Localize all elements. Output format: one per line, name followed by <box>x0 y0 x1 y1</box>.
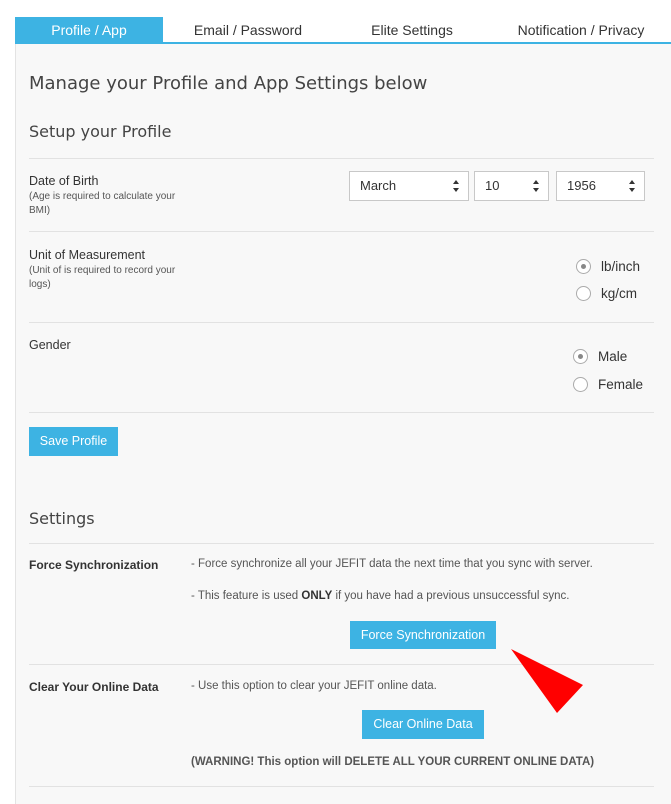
save-profile-button[interactable]: Save Profile <box>29 427 118 456</box>
divider <box>29 543 654 544</box>
divider <box>29 158 654 159</box>
radio-checked-icon <box>573 349 588 364</box>
gender-option-label: Female <box>598 377 644 392</box>
settings-heading: Settings <box>29 509 95 528</box>
dob-label-group: Date of Birth (Age is required to calcul… <box>29 174 179 218</box>
divider <box>29 786 654 787</box>
radio-checked-icon <box>576 259 591 274</box>
force-synchronization-button[interactable]: Force Synchronization <box>350 621 496 649</box>
dob-note: (Age is required to calculate your BMI) <box>29 191 176 216</box>
tab-notification-privacy[interactable]: Notification / Privacy <box>491 17 671 42</box>
divider <box>29 231 654 232</box>
dob-year-value: 1956 <box>567 178 596 193</box>
force-sync-note-pre: - This feature is used <box>191 590 302 602</box>
unit-label-group: Unit of Measurement (Unit of is required… <box>29 248 179 292</box>
select-arrows-icon <box>629 180 635 192</box>
tab-email-password[interactable]: Email / Password <box>163 17 333 42</box>
radio-unchecked-icon <box>576 286 591 301</box>
tab-elite-settings[interactable]: Elite Settings <box>333 17 491 42</box>
dob-month-select[interactable]: March <box>349 171 469 201</box>
force-sync-note: - This feature is used ONLY if you have … <box>191 590 569 602</box>
divider <box>29 412 654 413</box>
clear-data-label: Clear Your Online Data <box>29 680 159 694</box>
select-arrows-icon <box>533 180 539 192</box>
force-sync-note-post: if you have had a previous unsuccessful … <box>332 590 570 602</box>
page-title: Manage your Profile and App Settings bel… <box>29 73 428 94</box>
clear-data-description: - Use this option to clear your JEFIT on… <box>191 680 437 692</box>
tab-bar: Profile / App Email / Password Elite Set… <box>15 17 671 44</box>
dob-day-value: 10 <box>485 178 500 193</box>
force-sync-description: - Force synchronize all your JEFIT data … <box>191 558 593 570</box>
unit-option-label: lb/inch <box>601 259 641 274</box>
unit-label: Unit of Measurement <box>29 248 146 262</box>
gender-option-label: Male <box>598 349 628 364</box>
gender-label: Gender <box>29 338 71 352</box>
gender-label-group: Gender <box>29 338 71 352</box>
gender-radio-female[interactable]: Female <box>573 377 643 392</box>
radio-unchecked-icon <box>573 377 588 392</box>
unit-note: (Unit of is required to record your logs… <box>29 265 176 290</box>
unit-radio-lb-inch[interactable]: lb/inch <box>576 259 640 274</box>
clear-data-warning: (WARNING! This option will DELETE ALL YO… <box>191 756 595 768</box>
unit-option-label: kg/cm <box>601 286 638 301</box>
dob-label: Date of Birth <box>29 174 99 188</box>
clear-online-data-button[interactable]: Clear Online Data <box>362 710 484 739</box>
profile-heading: Setup your Profile <box>29 122 172 141</box>
dob-month-value: March <box>360 178 397 193</box>
force-sync-note-emphasis: ONLY <box>301 590 333 602</box>
dob-year-select[interactable]: 1956 <box>556 171 645 201</box>
dob-day-select[interactable]: 10 <box>474 171 549 201</box>
annotation-arrow-icon <box>511 649 583 713</box>
select-arrows-icon <box>453 180 459 192</box>
gender-radio-male[interactable]: Male <box>573 349 627 364</box>
annotation-arrow-shape <box>511 649 583 713</box>
force-sync-label: Force Synchronization <box>29 558 159 572</box>
unit-radio-kg-cm[interactable]: kg/cm <box>576 286 637 301</box>
divider <box>29 322 654 323</box>
tab-profile-app[interactable]: Profile / App <box>15 17 163 42</box>
